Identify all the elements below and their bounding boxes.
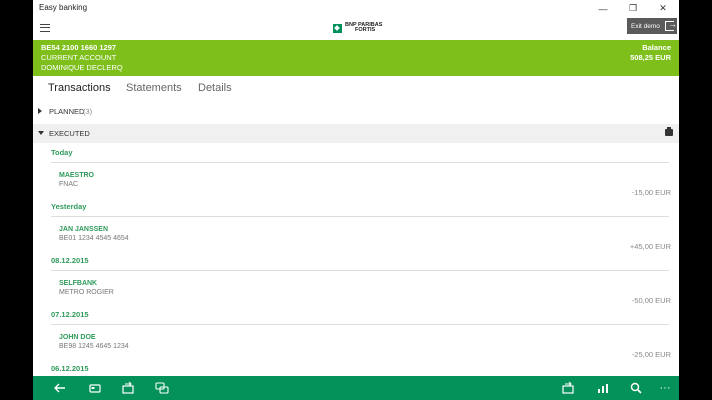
logo-mark-icon	[333, 23, 342, 33]
tab-details[interactable]: Details	[198, 82, 232, 94]
date-header: 07.12.2015	[51, 310, 89, 319]
transaction-name: JAN JANSSEN	[59, 226, 109, 233]
transaction-amount: -50,00 EUR	[631, 296, 671, 305]
balance-label: Balance	[642, 43, 671, 52]
back-icon[interactable]	[53, 381, 67, 395]
transaction-description: BE98 1245 4645 1234	[59, 343, 129, 350]
exit-demo-label: Exit demo	[631, 22, 660, 30]
transaction-name: MAESTRO	[59, 172, 94, 179]
collapse-icon	[38, 131, 44, 135]
transaction-amount: -15,00 EUR	[631, 188, 671, 197]
account-type: CURRENT ACCOUNT	[41, 53, 117, 62]
transaction-amount: +45,00 EUR	[629, 242, 671, 251]
transaction-list: Today MAESTRO FNAC -15,00 EUR Yesterday …	[33, 143, 679, 376]
account-holder: DOMINIQUE DECLERQ	[41, 63, 123, 72]
minimize-button[interactable]: —	[591, 0, 615, 17]
title-bar: Easy banking — ❐ ✕	[33, 0, 679, 17]
executed-section[interactable]: EXECUTED	[33, 124, 679, 143]
chat-icon[interactable]	[155, 381, 169, 395]
bottom-app-bar: ···	[33, 376, 679, 400]
transaction-description: BE01 1234 4545 4654	[59, 235, 129, 242]
planned-section[interactable]: PLANNED (3)	[33, 102, 679, 121]
executed-label: EXECUTED	[49, 129, 90, 138]
transaction-description: FNAC	[59, 181, 79, 188]
date-header: 08.12.2015	[51, 256, 89, 265]
planned-count: (3)	[83, 107, 93, 116]
balance-value: 508,25 EUR	[630, 53, 671, 62]
transaction-name: JOHN DOE	[59, 334, 96, 341]
search-icon[interactable]	[629, 381, 643, 395]
transfer-alt-icon[interactable]	[561, 381, 575, 395]
tab-transactions[interactable]: Transactions	[48, 82, 111, 94]
app-header: BNP PARIBAS FORTIS Exit demo	[33, 17, 679, 40]
tab-statements[interactable]: Statements	[126, 82, 182, 94]
account-banner[interactable]: BE54 2100 1660 1297 CURRENT ACCOUNT DOMI…	[33, 40, 679, 76]
transaction-amount: -25,00 EUR	[631, 350, 671, 359]
exit-demo-button[interactable]: Exit demo	[627, 18, 677, 34]
planned-label: PLANNED	[49, 107, 85, 116]
exit-icon	[665, 19, 677, 31]
card-icon[interactable]	[88, 381, 102, 395]
transaction-name: SELFBANK	[59, 280, 98, 287]
date-header: 06.12.2015	[51, 364, 89, 373]
print-icon[interactable]	[665, 127, 673, 136]
app-window: Easy banking — ❐ ✕ BNP PARIBAS FORTIS Ex…	[33, 0, 679, 400]
maximize-button[interactable]: ❐	[621, 0, 645, 17]
account-iban: BE54 2100 1660 1297	[41, 43, 117, 52]
close-button[interactable]: ✕	[651, 0, 675, 17]
date-header: Today	[51, 148, 73, 157]
bank-logo: BNP PARIBAS FORTIS	[333, 22, 382, 33]
expand-icon	[38, 108, 42, 114]
logo-line2: FORTIS	[355, 27, 376, 33]
date-header: Yesterday	[51, 202, 87, 211]
more-icon[interactable]: ···	[658, 381, 672, 395]
menu-icon[interactable]	[40, 24, 50, 32]
stats-icon[interactable]	[596, 381, 610, 395]
transfer-icon[interactable]	[121, 381, 135, 395]
window-title: Easy banking	[39, 3, 88, 12]
transaction-description: METRO ROGIER	[59, 289, 114, 296]
